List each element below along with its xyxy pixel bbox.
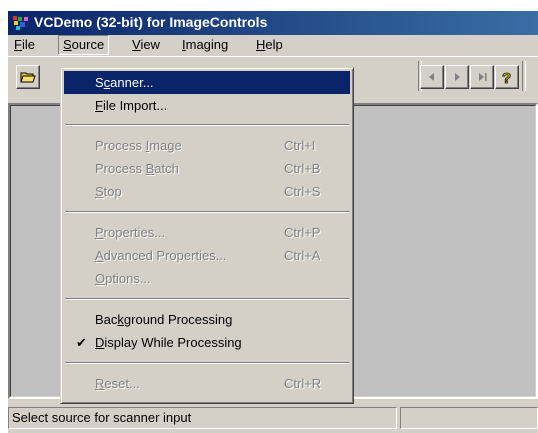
menu-item-background-processing-label: Background Processing <box>95 312 233 327</box>
window-title: VCDemo (32-bit) for ImageControls <box>34 14 268 30</box>
next-page-button[interactable] <box>445 65 469 89</box>
prev-page-button[interactable] <box>420 65 444 89</box>
menu-separator <box>65 362 349 364</box>
menu-separator <box>65 124 349 126</box>
menu-item-reset: Reset... Ctrl+R <box>64 372 350 395</box>
menu-item-advanced-properties-label: Advanced Properties... <box>95 248 227 263</box>
title-bar: VCDemo (32-bit) for ImageControls <box>8 11 538 35</box>
menu-item-scanner[interactable]: Scanner... <box>64 71 350 94</box>
menu-item-process-batch-label: Process Batch <box>95 161 179 176</box>
source-menu-dropdown: Scanner... File Import... Process Image … <box>60 67 354 404</box>
menu-item-advanced-properties: Advanced Properties... Ctrl+A <box>64 244 350 267</box>
menu-item-properties-shortcut: Ctrl+P <box>284 225 321 240</box>
menu-help-label-post: elp <box>265 37 283 52</box>
menu-item-stop-shortcut: Ctrl+S <box>284 184 321 199</box>
menu-separator <box>65 211 349 213</box>
menu-file-mnemonic: F <box>14 37 22 52</box>
menu-item-stop: Stop Ctrl+S <box>64 180 350 203</box>
status-bar: Select source for scanner input <box>8 407 538 429</box>
menu-item-display-while-processing[interactable]: ✔ Display While Processing <box>64 331 350 354</box>
menu-item-file-import[interactable]: File Import... <box>64 94 350 117</box>
menu-item-scanner-label: Scanner... <box>95 75 154 90</box>
last-page-icon <box>479 73 487 81</box>
help-button[interactable]: ? <box>495 65 519 89</box>
help-icon: ? <box>502 70 512 85</box>
menu-item-process-image-label: Process Image <box>95 138 182 153</box>
app-icon <box>12 15 30 31</box>
menu-item-options: Options... <box>64 267 350 290</box>
next-page-icon <box>455 73 460 81</box>
menu-source[interactable]: Source <box>58 35 110 55</box>
menu-view-label-post: iew <box>140 37 160 52</box>
last-page-button[interactable] <box>470 65 494 89</box>
menu-imaging[interactable]: Imaging <box>178 36 232 54</box>
menu-item-process-batch-shortcut: Ctrl+B <box>284 161 321 176</box>
menu-item-process-image: Process Image Ctrl+I <box>64 134 350 157</box>
menu-item-process-image-shortcut: Ctrl+I <box>284 138 316 153</box>
menu-source-label-post: ource <box>71 37 105 52</box>
check-icon: ✔ <box>76 335 87 350</box>
toolbar-separator-end <box>522 61 526 91</box>
menu-item-display-while-processing-label: Display While Processing <box>95 335 242 350</box>
menu-item-advanced-properties-shortcut: Ctrl+A <box>284 248 321 263</box>
menu-bar: File Source View Imaging Help <box>8 35 538 55</box>
svg-text:?: ? <box>502 70 511 85</box>
menu-item-properties-label: Properties... <box>95 225 166 240</box>
menu-help[interactable]: Help <box>252 36 287 54</box>
open-button[interactable] <box>16 65 40 89</box>
menu-help-mnemonic: H <box>256 37 266 52</box>
menu-item-background-processing[interactable]: Background Processing <box>64 308 350 331</box>
menu-separator <box>65 298 349 300</box>
prev-page-icon <box>429 73 434 81</box>
status-panel-2 <box>400 407 538 429</box>
open-folder-icon <box>20 72 36 83</box>
menu-item-reset-label: Reset... <box>95 376 140 391</box>
menu-item-properties: Properties... Ctrl+P <box>64 221 350 244</box>
menu-item-file-import-label: File Import... <box>95 98 168 113</box>
status-text: Select source for scanner input <box>8 407 397 429</box>
menu-view[interactable]: View <box>128 36 164 54</box>
menu-imaging-label-post: maging <box>185 37 229 52</box>
menu-item-options-label: Options... <box>95 271 151 286</box>
menu-item-process-batch: Process Batch Ctrl+B <box>64 157 350 180</box>
menu-item-reset-shortcut: Ctrl+R <box>284 376 322 391</box>
menu-file-label-post: ile <box>21 37 35 52</box>
menu-source-mnemonic: S <box>63 37 72 52</box>
menu-file[interactable]: File <box>10 36 39 54</box>
menu-item-stop-label: Stop <box>95 184 122 199</box>
